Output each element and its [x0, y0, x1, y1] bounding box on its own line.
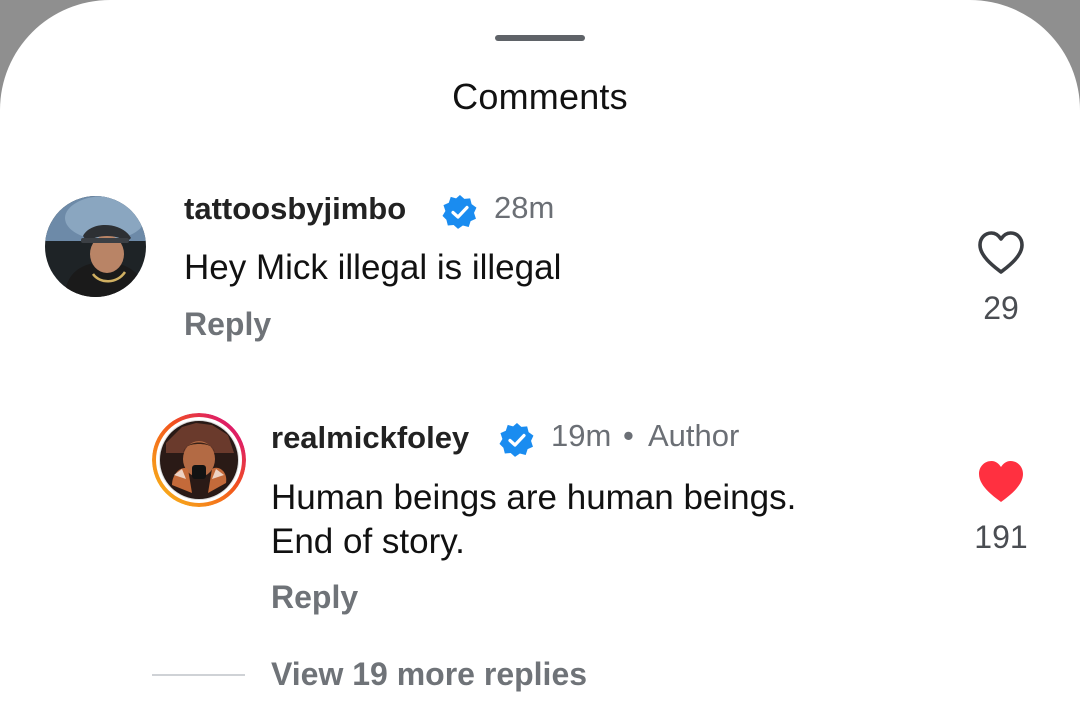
reply-timestamp: 19m	[551, 418, 612, 453]
meta-separator: •	[623, 418, 634, 453]
comment-username[interactable]: tattoosbyjimbo	[184, 191, 406, 227]
reply-text-line-2: End of story.	[271, 522, 465, 561]
like-count: 191	[974, 519, 1028, 555]
thread-divider	[152, 674, 245, 676]
heart-outline-icon[interactable]	[976, 230, 1026, 276]
avatar[interactable]	[45, 196, 146, 297]
heart-filled-icon[interactable]	[976, 459, 1026, 505]
reply-username[interactable]: realmickfoley	[271, 420, 469, 456]
like-count: 29	[983, 290, 1019, 326]
verified-badge-icon	[442, 194, 477, 229]
reply-button[interactable]: Reply	[184, 306, 271, 343]
drag-handle[interactable]	[495, 35, 585, 41]
reply-button[interactable]: Reply	[271, 579, 358, 616]
comment-text: Hey Mick illegal is illegal	[184, 248, 562, 287]
page-title: Comments	[452, 76, 628, 117]
view-more-replies-button[interactable]: View 19 more replies	[271, 656, 587, 693]
comment-timestamp: 28m	[494, 190, 555, 225]
avatar[interactable]	[152, 413, 246, 507]
reply-text-line-1: Human beings are human beings.	[271, 478, 797, 517]
author-badge: Author	[648, 418, 740, 453]
verified-badge-icon	[499, 422, 534, 457]
comments-sheet: Comments tattoosbyjimbo 28m Hey Mick ill…	[0, 0, 1080, 723]
